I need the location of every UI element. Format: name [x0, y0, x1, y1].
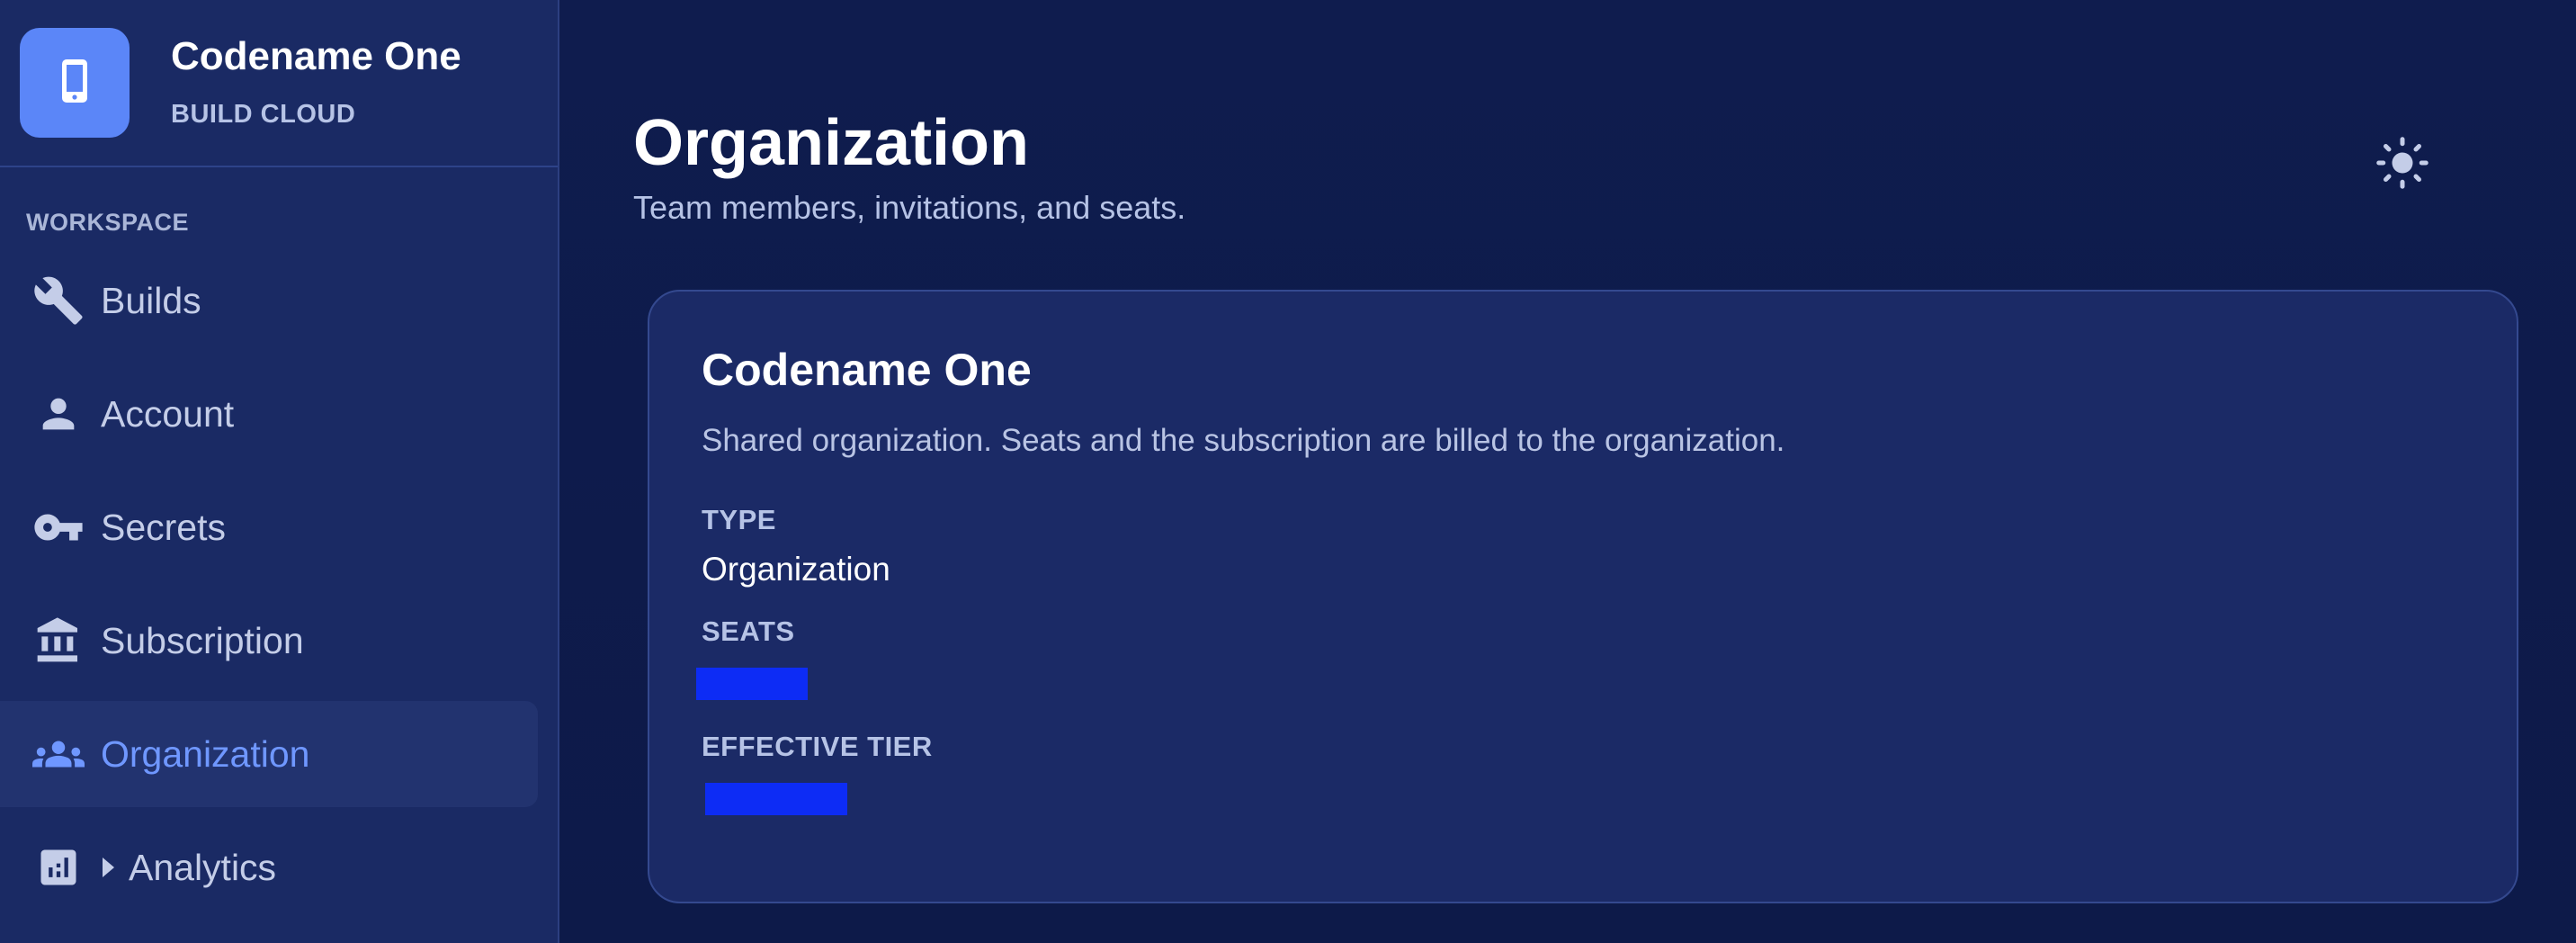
section-label-workspace: WORKSPACE: [26, 209, 190, 236]
chevron-right-icon[interactable]: [103, 858, 114, 877]
field-value-type: Organization: [702, 551, 890, 588]
brand-text: Codename One BUILD CLOUD: [171, 33, 461, 130]
sidebar-item-label: Builds: [101, 279, 201, 321]
brand-subtitle: BUILD CLOUD: [171, 99, 356, 129]
sidebar-item-label: Account: [101, 392, 235, 435]
organization-card: Codename One Shared organization. Seats …: [648, 290, 2518, 903]
redacted-seats-value: [696, 668, 808, 700]
field-label-effective-tier: EFFECTIVE TIER: [702, 731, 933, 762]
redacted-tier-value: [705, 783, 847, 815]
sidebar-item-builds[interactable]: Builds: [0, 247, 538, 354]
sidebar-item-label: Secrets: [101, 506, 226, 548]
brand-name: Codename One: [171, 33, 461, 78]
sidebar-item-label: Organization: [101, 732, 310, 775]
sidebar-item-label: Subscription: [101, 619, 304, 661]
group-icon: [32, 728, 85, 780]
organization-description: Shared organization. Seats and the subsc…: [702, 423, 1785, 458]
key-icon: [32, 501, 85, 553]
field-seats: SEATS: [696, 615, 2464, 700]
bar-chart-icon: [32, 841, 85, 894]
main-content: Organization Team members, invitations, …: [559, 0, 2576, 943]
page-title: Organization: [633, 107, 1030, 179]
sidebar-item-label: Analytics: [129, 846, 277, 888]
organization-name: Codename One: [702, 345, 1032, 395]
sidebar-item-analytics[interactable]: Analytics: [0, 814, 538, 921]
field-label-type: TYPE: [702, 504, 776, 535]
field-effective-tier: EFFECTIVE TIER: [702, 731, 2464, 815]
field-type: TYPE Organization: [702, 504, 2464, 588]
app: Codename One BUILD CLOUD WORKSPACE Build…: [0, 0, 2576, 943]
brand-logo[interactable]: [20, 28, 130, 138]
theme-toggle-button[interactable]: [2371, 133, 2434, 196]
sun-icon: [2375, 136, 2429, 194]
sidebar-item-organization[interactable]: Organization: [0, 701, 538, 807]
sidebar-item-subscription[interactable]: Subscription: [0, 588, 538, 694]
sidebar: Codename One BUILD CLOUD WORKSPACE Build…: [0, 0, 559, 943]
sidebar-item-secrets[interactable]: Secrets: [0, 474, 538, 580]
bank-icon: [32, 615, 85, 667]
page-subtitle: Team members, invitations, and seats.: [633, 189, 1186, 226]
brand-header: Codename One BUILD CLOUD: [0, 0, 558, 167]
wrench-icon: [32, 274, 85, 327]
field-label-seats: SEATS: [702, 615, 795, 647]
sidebar-nav: Builds Account Secrets Subscription Orga…: [0, 247, 558, 921]
sidebar-item-account[interactable]: Account: [0, 361, 538, 467]
person-icon: [32, 388, 85, 440]
phone-icon: [55, 58, 94, 109]
